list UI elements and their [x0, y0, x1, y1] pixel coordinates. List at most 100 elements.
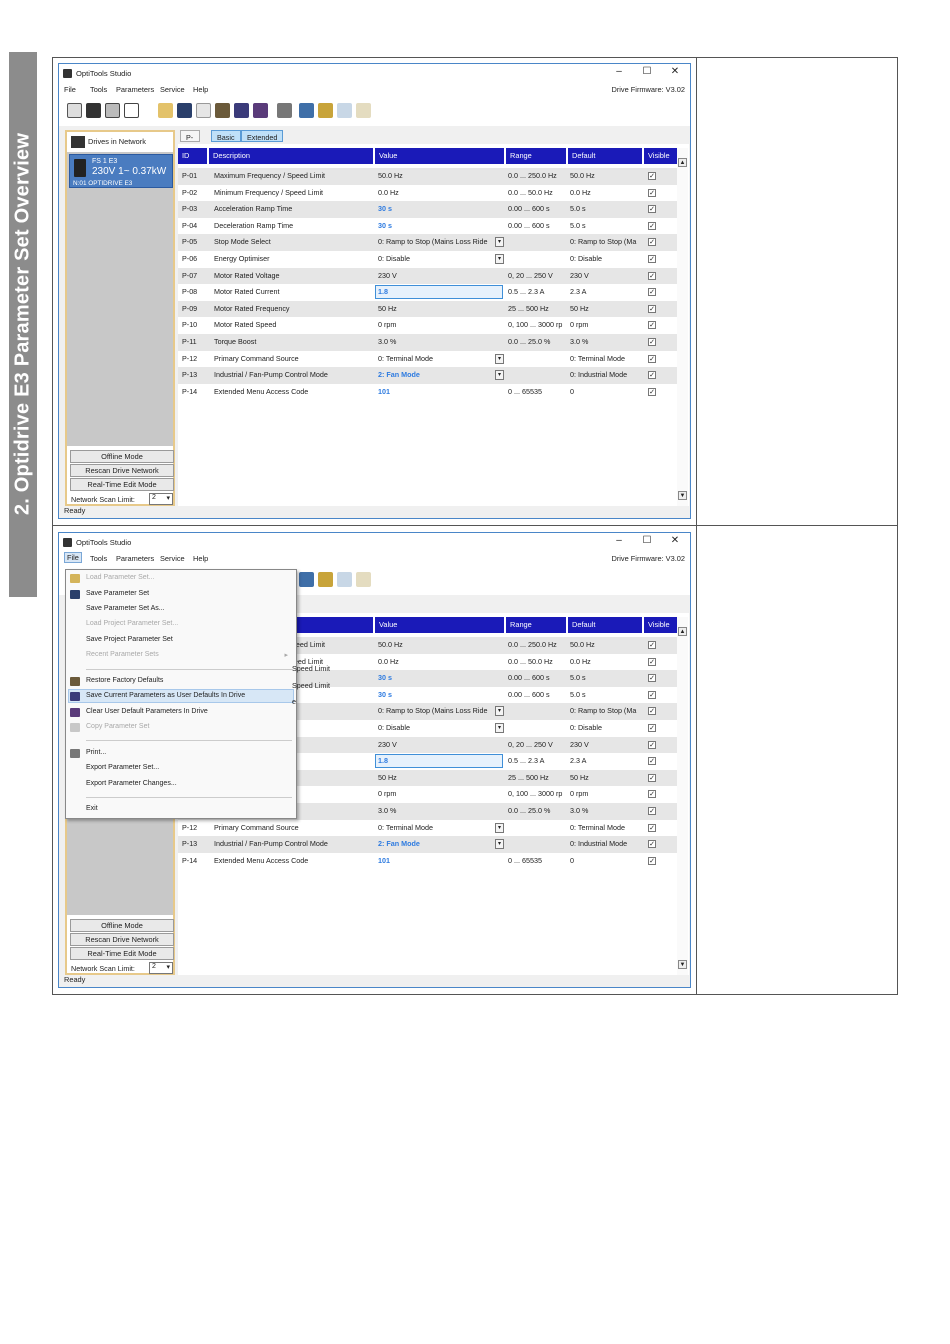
- param-value[interactable]: 0 rpm: [378, 786, 505, 803]
- param-value[interactable]: 30 s: [378, 201, 505, 218]
- open-folder-icon[interactable]: [158, 103, 173, 118]
- table-row[interactable]: P-05 Stop Mode Select 0: Ramp to Stop (Mai…: [178, 234, 682, 251]
- maximize-icon[interactable]: ☐: [640, 535, 654, 546]
- visible-checkbox[interactable]: ✓: [648, 321, 656, 330]
- param-value[interactable]: 0: Ramp to Stop (Mains Loss Ride: [378, 703, 505, 720]
- param-value[interactable]: 3.0 %: [378, 803, 505, 820]
- visible-checkbox[interactable]: ✓: [648, 255, 656, 263]
- menu-service[interactable]: Service: [160, 85, 185, 94]
- close-icon[interactable]: ✕: [668, 535, 682, 546]
- file-menu-item[interactable]: Exit: [86, 805, 98, 812]
- scope-icon[interactable]: [124, 103, 139, 118]
- visible-checkbox[interactable]: ✓: [648, 690, 656, 699]
- param-value[interactable]: 0.0 Hz: [378, 185, 505, 202]
- download-icon[interactable]: [318, 103, 333, 118]
- visible-checkbox[interactable]: ✓: [648, 707, 656, 716]
- table-row[interactable]: P-13 Industrial / Fan-Pump Control Mode 2:…: [178, 367, 682, 384]
- param-value[interactable]: 1.8: [378, 753, 505, 770]
- menu-tools[interactable]: Tools: [90, 85, 107, 94]
- visible-checkbox[interactable]: ✓: [648, 740, 656, 749]
- menu-service[interactable]: Service: [160, 554, 185, 563]
- vertical-scrollbar[interactable]: ▲ ▼: [677, 148, 688, 506]
- drive-view-icon[interactable]: [86, 103, 101, 118]
- visible-checkbox[interactable]: ✓: [648, 657, 656, 666]
- param-value[interactable]: 0: Disable: [378, 251, 505, 268]
- visible-checkbox[interactable]: ✓: [648, 773, 656, 782]
- value-dropdown-icon[interactable]: ▾: [495, 839, 504, 850]
- realtime-edit-button[interactable]: Real-Time Edit Mode: [70, 478, 174, 491]
- col-id[interactable]: ID: [178, 148, 208, 164]
- param-value[interactable]: 30 s: [378, 218, 505, 235]
- menu-help[interactable]: Help: [193, 85, 208, 94]
- scan-limit-select[interactable]: 2: [149, 962, 173, 974]
- table-row[interactable]: P-02 Minimum Frequency / Speed Limit 0.0 H…: [178, 184, 682, 202]
- param-value[interactable]: 50 Hz: [378, 301, 505, 318]
- param-value[interactable]: 2: Fan Mode: [378, 367, 505, 384]
- visible-checkbox[interactable]: ✓: [648, 338, 656, 346]
- menu-parameters[interactable]: Parameters: [116, 554, 154, 563]
- param-value[interactable]: 50 Hz: [378, 770, 505, 787]
- minimize-icon[interactable]: –: [612, 66, 626, 77]
- visible-checkbox[interactable]: ✓: [648, 840, 656, 849]
- menu-file[interactable]: File: [64, 85, 76, 94]
- file-menu-item[interactable]: Save Project Parameter Set: [86, 636, 173, 643]
- table-row[interactable]: P-12 Primary Command Source 0: Terminal Mo…: [178, 350, 682, 368]
- scroll-down-icon[interactable]: ▼: [678, 960, 687, 969]
- file-menu-item[interactable]: Export Parameter Set...: [86, 764, 159, 771]
- table-row[interactable]: P-06 Energy Optimiser 0: Disable 0: Disable…: [178, 251, 682, 268]
- value-dropdown-icon[interactable]: ▾: [495, 822, 504, 833]
- upload-disabled-icon[interactable]: [337, 103, 352, 118]
- tab-basic[interactable]: Basic: [211, 130, 241, 142]
- file-menu-item[interactable]: Save Parameter Set As...: [86, 605, 165, 612]
- visible-checkbox[interactable]: ✓: [648, 807, 656, 815]
- param-value[interactable]: 0 rpm: [378, 317, 505, 334]
- menu-tools[interactable]: Tools: [90, 554, 107, 563]
- visible-checkbox[interactable]: ✓: [648, 288, 656, 297]
- clear-user-defaults-icon[interactable]: [253, 103, 268, 118]
- param-value[interactable]: 0.0 Hz: [378, 654, 505, 671]
- file-menu-item[interactable]: Print...: [86, 749, 106, 756]
- param-value[interactable]: 30 s: [378, 670, 505, 687]
- upload-icon[interactable]: [299, 103, 314, 118]
- visible-checkbox[interactable]: ✓: [648, 856, 656, 865]
- parameter-list-icon[interactable]: [67, 103, 82, 118]
- visible-checkbox[interactable]: ✓: [648, 371, 656, 380]
- close-icon[interactable]: ✕: [668, 66, 682, 77]
- param-value[interactable]: 0: Ramp to Stop (Mains Loss Ride: [378, 234, 505, 251]
- menu-file[interactable]: File: [64, 552, 82, 563]
- table-row[interactable]: P-14 Extended Menu Access Code 101 0 ... 65…: [178, 852, 682, 870]
- scroll-up-icon[interactable]: ▲: [678, 158, 687, 167]
- maximize-icon[interactable]: ☐: [640, 66, 654, 77]
- visible-checkbox[interactable]: ✓: [648, 823, 656, 832]
- param-value[interactable]: 230 V: [378, 737, 505, 754]
- param-value[interactable]: 101: [378, 853, 505, 870]
- visible-checkbox[interactable]: ✓: [648, 238, 656, 247]
- tab-extended[interactable]: Extended: [241, 130, 284, 142]
- visible-checkbox[interactable]: ✓: [648, 674, 656, 683]
- upload-disabled-icon[interactable]: [337, 572, 352, 587]
- param-value[interactable]: 230 V: [378, 268, 505, 285]
- param-value[interactable]: 3.0 %: [378, 334, 505, 351]
- col-range[interactable]: Range: [506, 617, 567, 633]
- param-value[interactable]: 50.0 Hz: [378, 637, 505, 654]
- param-value[interactable]: 0: Terminal Mode: [378, 351, 505, 368]
- visible-checkbox[interactable]: ✓: [648, 172, 656, 180]
- param-value[interactable]: 50.0 Hz: [378, 168, 505, 185]
- restore-defaults-icon[interactable]: [215, 103, 230, 118]
- visible-checkbox[interactable]: ✓: [648, 205, 656, 214]
- col-value[interactable]: Value: [375, 617, 505, 633]
- value-dropdown-icon[interactable]: ▾: [495, 237, 504, 248]
- realtime-edit-button[interactable]: Real-Time Edit Mode: [70, 947, 174, 960]
- col-value[interactable]: Value: [375, 148, 505, 164]
- col-default[interactable]: Default: [568, 148, 643, 164]
- visible-checkbox[interactable]: ✓: [648, 641, 656, 649]
- offline-mode-button[interactable]: Offline Mode: [70, 919, 174, 932]
- visible-checkbox[interactable]: ✓: [648, 387, 656, 396]
- menu-parameters[interactable]: Parameters: [116, 85, 154, 94]
- param-value[interactable]: 0: Disable: [378, 720, 505, 737]
- rescan-network-button[interactable]: Rescan Drive Network: [70, 464, 174, 477]
- vertical-scrollbar[interactable]: ▲ ▼: [677, 617, 688, 975]
- value-dropdown-icon[interactable]: ▾: [495, 706, 504, 717]
- table-row[interactable]: P-11Torque Boost3.0 %0.0 ... 25.0 %3.0 %…: [178, 334, 682, 351]
- monitor-icon[interactable]: [105, 103, 120, 118]
